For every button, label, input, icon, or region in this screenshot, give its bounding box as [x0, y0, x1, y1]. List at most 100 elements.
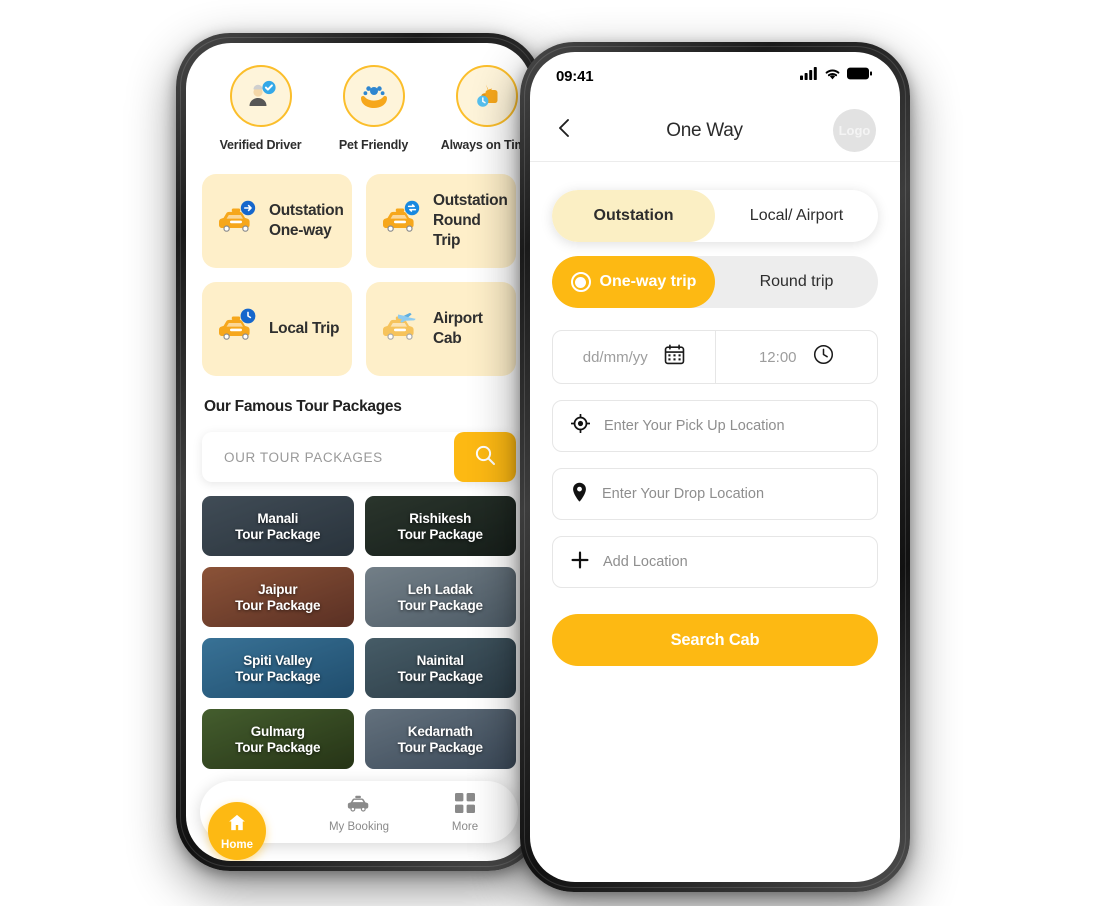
wifi-icon: [824, 67, 841, 85]
service-card-label: Outstation Round Trip: [433, 191, 508, 250]
home-screen: Verified Driver Pet Friendly Always on T…: [186, 43, 532, 861]
add-location-label: Add Location: [603, 554, 688, 570]
search-cab-button[interactable]: Search Cab: [552, 614, 878, 666]
package-subtitle: Tour Package: [397, 526, 483, 542]
tour-package-card[interactable]: Rishikesh Tour Package: [364, 496, 516, 556]
app-navbar: One Way Logo: [530, 100, 900, 162]
feature-badges: Verified Driver Pet Friendly Always on T…: [202, 65, 532, 154]
drop-location-field[interactable]: Enter Your Drop Location: [552, 468, 878, 520]
taxi-round-trip-icon: [378, 199, 424, 244]
booking-form: Outstation Local/ Airport One-way trip R…: [530, 162, 900, 666]
tab-round-trip[interactable]: Round trip: [715, 256, 878, 308]
direction-tabs: One-way trip Round trip: [552, 256, 878, 308]
always-on-time-icon: [455, 65, 518, 127]
tour-package-card[interactable]: Nainital Tour Package: [364, 638, 516, 698]
nav-label: Home: [221, 838, 253, 851]
tour-package-card[interactable]: Spiti Valley Tour Package: [202, 638, 354, 698]
tour-package-card[interactable]: Kedarnath Tour Package: [364, 709, 516, 769]
package-subtitle: Tour Package: [397, 668, 483, 684]
feature-label: Always on Time: [440, 138, 532, 152]
status-bar-icons: [800, 67, 872, 85]
screenshot-stage: Verified Driver Pet Friendly Always on T…: [0, 0, 1110, 906]
feature-always-on-time[interactable]: Always on Time: [430, 65, 532, 154]
service-title-line1: Airport Cab: [433, 310, 483, 347]
nav-item-more[interactable]: More: [412, 792, 518, 833]
package-subtitle: Tour Package: [397, 739, 483, 755]
feature-pet-friendly[interactable]: Pet Friendly: [317, 65, 430, 154]
status-bar-time: 09:41: [556, 67, 594, 85]
clock-icon[interactable]: [813, 344, 834, 370]
page-title: One Way: [666, 119, 743, 141]
tour-package-grid: Manali Tour Package Rishikesh Tour Packa…: [202, 496, 516, 769]
tab-one-way-trip[interactable]: One-way trip: [552, 256, 715, 308]
logo-badge[interactable]: Logo: [832, 109, 876, 152]
package-subtitle: Tour Package: [235, 597, 321, 613]
service-card-label: Local Trip: [269, 319, 340, 339]
left-phone-screen: Verified Driver Pet Friendly Always on T…: [186, 43, 532, 861]
tour-package-card[interactable]: Leh Ladak Tour Package: [364, 567, 516, 627]
pickup-location-input[interactable]: Enter Your Pick Up Location: [604, 418, 785, 434]
time-field[interactable]: 12:00: [716, 331, 878, 383]
tab-one-way-trip-label: One-way trip: [599, 273, 697, 290]
package-name: Kedarnath: [407, 723, 473, 739]
left-phone-mockup: Verified Driver Pet Friendly Always on T…: [176, 33, 542, 871]
pet-friendly-icon: [342, 65, 405, 127]
package-subtitle: Tour Package: [235, 668, 321, 684]
tour-package-card[interactable]: Gulmarg Tour Package: [202, 709, 354, 769]
feature-label: Verified Driver: [219, 138, 302, 152]
tab-round-trip-label: Round trip: [759, 273, 834, 290]
package-name: Jaipur: [258, 581, 298, 597]
service-card-local-trip[interactable]: Local Trip: [202, 282, 352, 376]
tour-package-card[interactable]: Jaipur Tour Package: [202, 567, 354, 627]
service-card-label: Outstation One-way: [269, 201, 344, 241]
bottom-navigation: Home My Booking More: [200, 781, 518, 860]
signal-icon: [800, 67, 818, 85]
grid-icon: [454, 792, 476, 818]
crosshair-location-icon: [570, 413, 591, 438]
search-icon: [473, 443, 497, 472]
calendar-icon[interactable]: [664, 344, 685, 370]
tab-outstation[interactable]: Outstation: [552, 190, 715, 242]
one-way-booking-screen: 09:41 One Way Logo Outstation Local/ Air…: [530, 52, 900, 882]
taxi-plane-icon: [378, 307, 424, 352]
chevron-left-icon[interactable]: [554, 117, 576, 144]
nav-item-my-booking[interactable]: My Booking: [306, 792, 412, 833]
package-search-input[interactable]: OUR TOUR PACKAGES: [202, 450, 454, 465]
drop-location-input[interactable]: Enter Your Drop Location: [602, 486, 764, 502]
date-input[interactable]: dd/mm/yy: [583, 349, 648, 366]
tab-local-airport[interactable]: Local/ Airport: [715, 190, 878, 242]
service-card-outstation-one-way[interactable]: Outstation One-way: [202, 174, 352, 268]
trip-type-tabs: Outstation Local/ Airport: [552, 190, 878, 242]
service-title-line1: Outstation: [269, 202, 344, 220]
home-active-pill[interactable]: Home: [208, 802, 266, 860]
taxi-icon: [346, 795, 372, 818]
nav-label: My Booking: [328, 820, 390, 833]
package-name: Gulmarg: [250, 723, 305, 739]
pickup-location-field[interactable]: Enter Your Pick Up Location: [552, 400, 878, 452]
package-search-button[interactable]: [454, 432, 516, 482]
verified-driver-icon: [229, 65, 292, 127]
service-card-outstation-round-trip[interactable]: Outstation Round Trip: [366, 174, 516, 268]
add-location-button[interactable]: Add Location: [552, 536, 878, 588]
time-input[interactable]: 12:00: [759, 349, 797, 366]
nav-label: More: [451, 820, 479, 833]
service-title-line2: Round Trip: [433, 212, 481, 249]
tour-packages-section-title: Our Famous Tour Packages: [204, 398, 402, 415]
taxi-clock-icon: [214, 307, 260, 352]
service-title-line1: Local Trip: [269, 320, 340, 338]
date-field[interactable]: dd/mm/yy: [553, 331, 716, 383]
service-card-airport-cab[interactable]: Airport Cab: [366, 282, 516, 376]
package-name: Spiti Valley: [243, 652, 313, 668]
home-icon: [226, 812, 248, 839]
service-cards: Outstation One-way Outstation Round Trip…: [202, 174, 516, 376]
plus-icon: [571, 551, 589, 574]
date-time-row: dd/mm/yy 12:00: [552, 330, 878, 384]
taxi-arrow-right-icon: [214, 199, 260, 244]
service-title-line1: Outstation: [433, 192, 508, 210]
package-search-bar[interactable]: OUR TOUR PACKAGES: [202, 432, 516, 482]
package-name: Nainital: [416, 652, 464, 668]
service-card-label: Airport Cab: [433, 309, 504, 349]
tour-package-card[interactable]: Manali Tour Package: [202, 496, 354, 556]
radio-selected-icon: [570, 272, 591, 292]
feature-verified-driver[interactable]: Verified Driver: [204, 65, 317, 154]
